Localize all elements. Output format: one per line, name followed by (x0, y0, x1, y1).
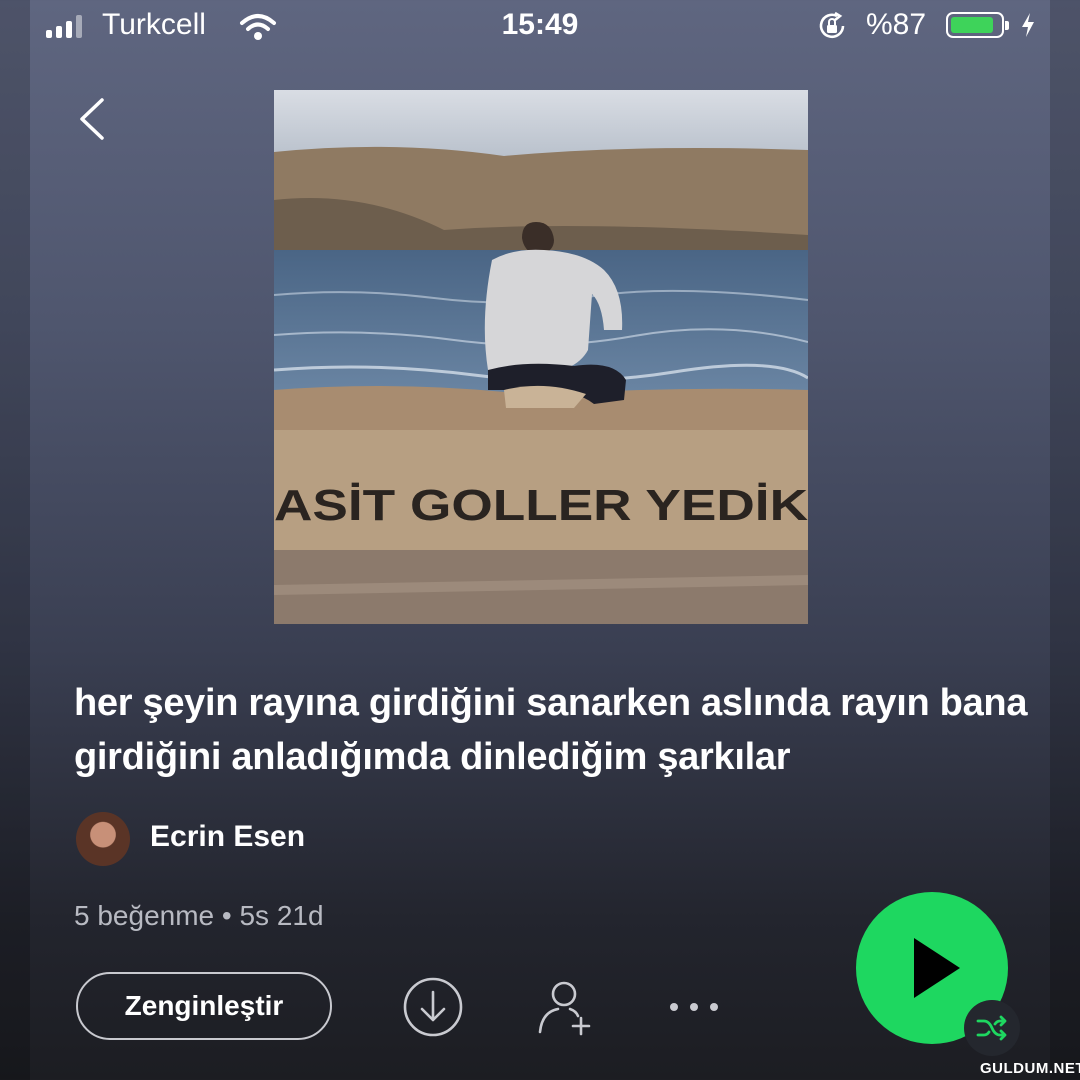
more-options-button[interactable] (664, 990, 724, 1029)
enrich-button[interactable]: Zenginleştir (76, 972, 332, 1040)
left-edge (0, 0, 30, 1080)
playlist-cover: ASİT GOLLER YEDİK (274, 90, 808, 624)
battery-icon (946, 12, 1009, 38)
add-user-button[interactable] (534, 976, 596, 1043)
battery-fill (951, 17, 993, 33)
chevron-left-icon (80, 98, 104, 140)
avatar[interactable] (76, 812, 130, 866)
playlist-title: her şeyin rayına girdiğini sanarken aslı… (74, 682, 1028, 778)
back-button[interactable] (74, 96, 114, 142)
add-user-icon (538, 981, 591, 1036)
playlist-meta: 5 beğenme • 5s 21d (74, 900, 324, 931)
download-icon (403, 977, 463, 1037)
shuffle-button[interactable] (964, 1000, 1020, 1056)
shuffle-icon (976, 1015, 1007, 1041)
status-bar: Turkcell 15:49 %87 (0, 0, 1080, 56)
right-edge (1050, 0, 1080, 1080)
watermark: GULDUM.NET (980, 1060, 1080, 1077)
cover-graffiti-text: ASİT GOLLER YEDİK (274, 481, 808, 530)
more-icon (670, 1003, 718, 1011)
download-button[interactable] (402, 976, 464, 1043)
orientation-lock-icon (816, 10, 848, 47)
battery-percent: %87 (866, 8, 927, 41)
charging-bolt-icon (1020, 12, 1036, 43)
owner-name[interactable]: Ecrin Esen (150, 820, 305, 854)
